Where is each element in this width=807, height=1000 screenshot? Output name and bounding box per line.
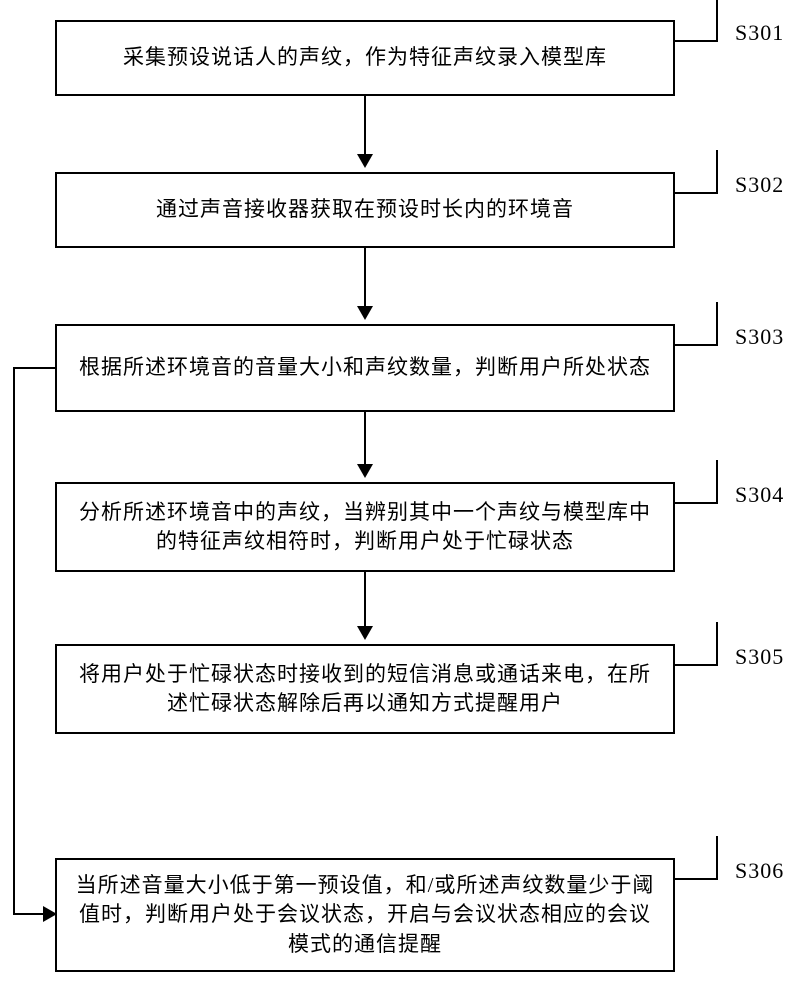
step-s302: 通过声音接收器获取在预设时长内的环境音 [55, 172, 675, 248]
step-s301: 采集预设说话人的声纹，作为特征声纹录入模型库 [55, 20, 675, 96]
label-s306: S306 [735, 858, 784, 884]
label-s304: S304 [735, 482, 784, 508]
loopback-s303-s306 [13, 367, 55, 915]
step-s302-text: 通过声音接收器获取在预设时长内的环境音 [156, 195, 574, 224]
tick-s301 [674, 0, 718, 42]
step-s303: 根据所述环境音的音量大小和声纹数量，判断用户所处状态 [55, 324, 675, 412]
step-s303-text: 根据所述环境音的音量大小和声纹数量，判断用户所处状态 [79, 353, 651, 382]
flowchart-canvas: 采集预设说话人的声纹，作为特征声纹录入模型库 S301 通过声音接收器获取在预设… [0, 0, 807, 1000]
label-s302: S302 [735, 172, 784, 198]
step-s306: 当所述音量大小低于第一预设值，和/或所述声纹数量少于阈值时，判断用户处于会议状态… [55, 858, 675, 972]
step-s301-text: 采集预设说话人的声纹，作为特征声纹录入模型库 [123, 43, 607, 72]
tick-s304 [674, 460, 718, 504]
label-s301: S301 [735, 20, 784, 46]
label-s305: S305 [735, 644, 784, 670]
tick-s302 [674, 150, 718, 194]
tick-s305 [674, 622, 718, 666]
tick-s306 [674, 836, 718, 880]
step-s305-text: 将用户处于忙碌状态时接收到的短信消息或通话来电，在所述忙碌状态解除后再以通知方式… [75, 660, 655, 719]
tick-s303 [674, 302, 718, 346]
step-s306-text: 当所述音量大小低于第一预设值，和/或所述声纹数量少于阈值时，判断用户处于会议状态… [75, 871, 655, 959]
step-s304-text: 分析所述环境音中的声纹，当辨别其中一个声纹与模型库中的特征声纹相符时，判断用户处… [75, 498, 655, 557]
step-s304: 分析所述环境音中的声纹，当辨别其中一个声纹与模型库中的特征声纹相符时，判断用户处… [55, 482, 675, 572]
label-s303: S303 [735, 324, 784, 350]
step-s305: 将用户处于忙碌状态时接收到的短信消息或通话来电，在所述忙碌状态解除后再以通知方式… [55, 644, 675, 734]
